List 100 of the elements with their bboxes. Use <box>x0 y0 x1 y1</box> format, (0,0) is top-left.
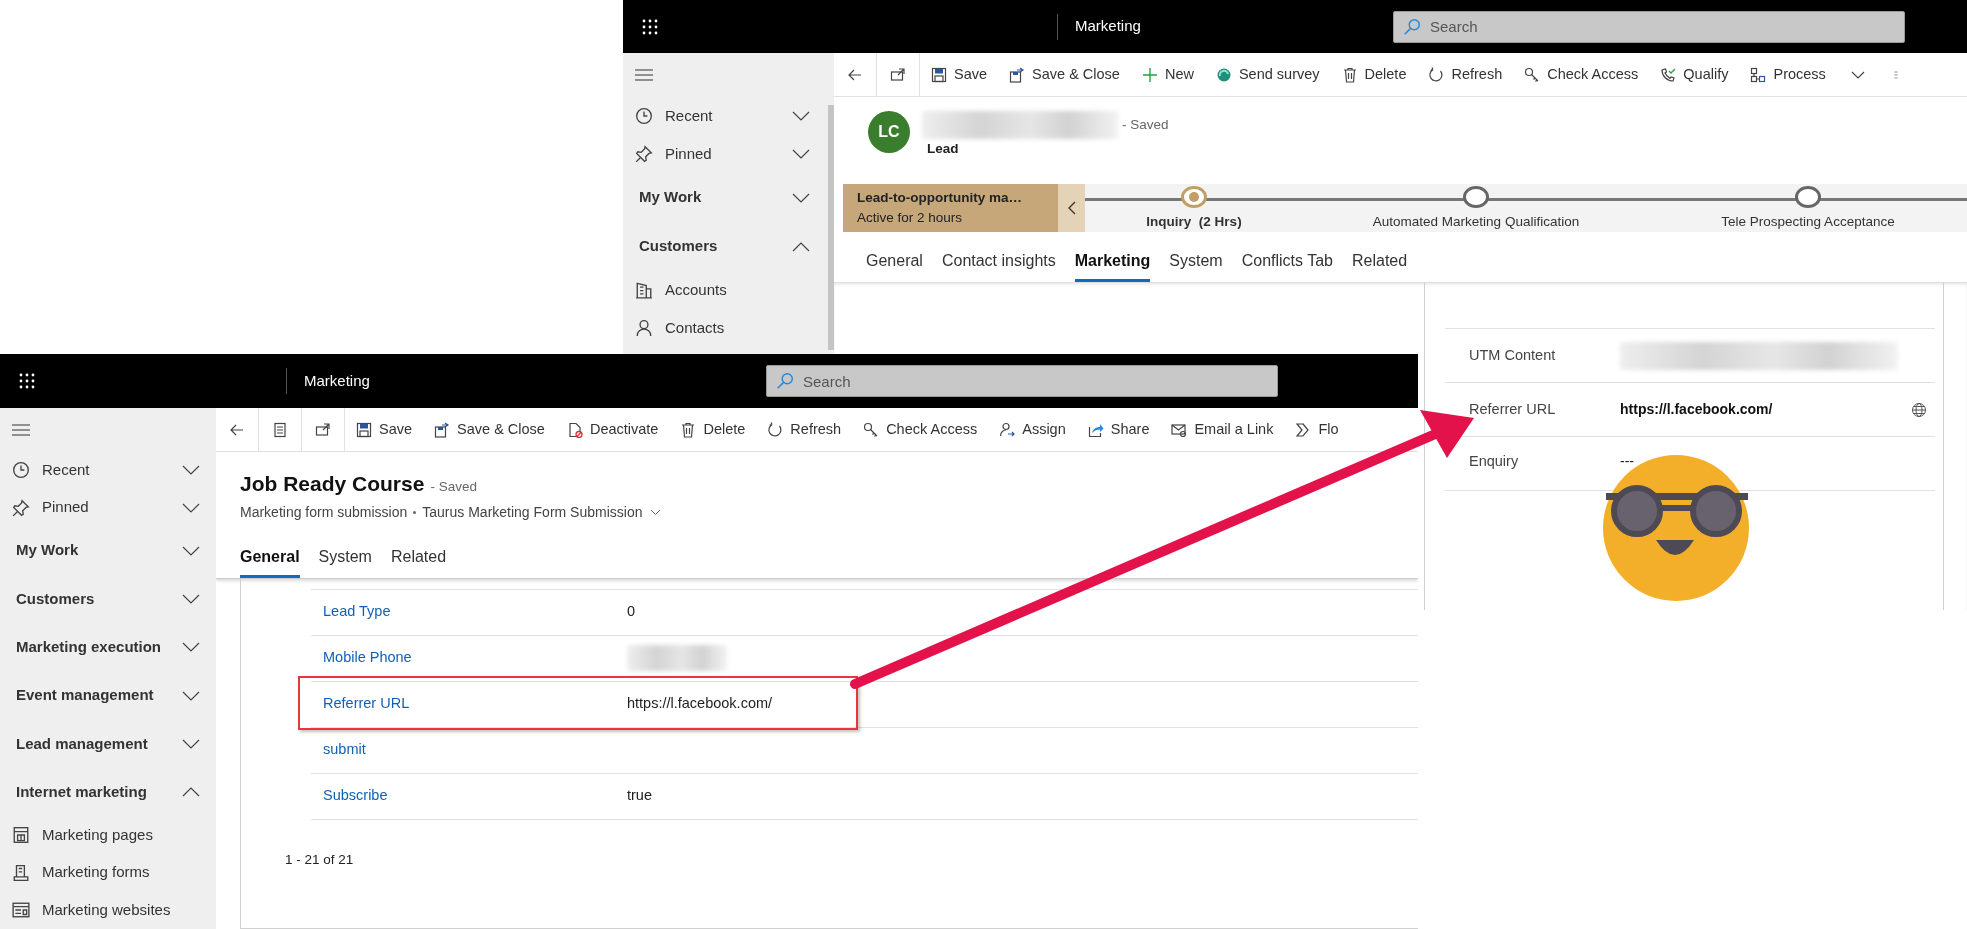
field-value: true <box>627 786 652 806</box>
chevron-down-icon <box>792 192 810 203</box>
trash-can-icon <box>680 421 697 438</box>
scrollbar[interactable] <box>828 105 834 350</box>
sidebar-item[interactable]: My Work <box>623 173 826 222</box>
sidebar-item[interactable]: Event management <box>0 671 216 720</box>
tab[interactable]: General <box>240 544 300 578</box>
search-field[interactable]: Search <box>1393 10 1905 43</box>
document-icon <box>272 421 288 438</box>
chevron-left-icon <box>1067 201 1076 215</box>
tab[interactable]: Related <box>1352 249 1408 282</box>
chevron-down-icon <box>182 738 200 749</box>
sidebar-item[interactable]: Marketing forms <box>0 854 216 892</box>
tab[interactable]: System <box>318 544 372 578</box>
chevron-down-icon <box>182 690 200 701</box>
person-arrow-icon <box>999 421 1016 438</box>
toolbar-button[interactable]: Save <box>920 53 999 96</box>
avatar-initials: LC <box>868 111 910 153</box>
app-launcher-icon[interactable] <box>19 373 35 389</box>
toolbar-button[interactable]: Check Access <box>1513 53 1650 96</box>
survey-logo-icon <box>1215 66 1232 83</box>
building-icon <box>635 281 653 299</box>
tab[interactable]: Related <box>390 544 447 578</box>
pop-out-icon <box>890 66 906 83</box>
sidebar-item[interactable]: My Work <box>0 526 216 575</box>
pop-out-icon <box>315 421 331 438</box>
field-label: UTM Content <box>1468 345 1557 365</box>
phone-check-icon <box>1660 66 1677 83</box>
globe-icon[interactable] <box>1911 401 1927 418</box>
field-label: submit <box>322 740 367 760</box>
toolbar-button[interactable]: Refresh <box>1417 53 1514 96</box>
sidebar-item[interactable]: Internet marketing <box>0 768 216 817</box>
chevron-down-icon <box>792 111 810 121</box>
sidebar-item[interactable]: Marketing pages <box>0 816 216 854</box>
app-launcher-icon[interactable] <box>642 18 658 35</box>
sidebar-item[interactable]: Lead management <box>0 719 216 769</box>
save-status: - Saved <box>430 478 477 496</box>
toolbar-button[interactable]: Delete <box>669 408 757 451</box>
sidebar-item[interactable]: Recent <box>623 97 826 135</box>
refresh-icon <box>767 421 784 438</box>
toolbar-button[interactable]: New <box>1130 53 1205 96</box>
tab[interactable]: Conflicts Tab <box>1241 249 1333 282</box>
field-value: --- <box>1620 452 1634 471</box>
toolbar-button[interactable]: Save & Close <box>998 53 1131 96</box>
process-stage[interactable]: Inquiry (2 Hrs) <box>1085 184 1303 232</box>
key-icon <box>1524 66 1541 83</box>
chevron-up-icon <box>182 787 200 798</box>
floppy-disk-arrow-icon <box>1009 66 1026 83</box>
chevron-down-icon <box>792 149 810 159</box>
menu-icon[interactable] <box>12 423 30 436</box>
toolbar-button[interactable]: Deactivate <box>555 408 670 451</box>
sidebar-item[interactable]: Marketing websites <box>0 891 216 929</box>
url-link[interactable]: https://l.facebook.com/ <box>1620 399 1911 420</box>
toolbar-button[interactable]: Send survey <box>1204 53 1331 96</box>
app-title: Marketing <box>304 370 370 391</box>
app-title: Marketing <box>1075 16 1141 37</box>
sidebar-item[interactable]: Pinned <box>623 135 826 173</box>
process-stage[interactable]: Automated Marketing Qualification <box>1303 184 1649 232</box>
process-stage[interactable]: Tele Prospecting Acceptance <box>1649 184 1967 232</box>
toolbar-button[interactable]: Check Access <box>852 408 989 451</box>
toolbar-button[interactable]: Process <box>1739 53 1837 96</box>
toolbar-button[interactable]: Share <box>1076 408 1161 451</box>
key-icon <box>863 421 880 438</box>
save-status: - Saved <box>1122 115 1169 134</box>
menu-icon[interactable] <box>635 69 653 81</box>
person-icon <box>635 319 653 337</box>
toolbar-button[interactable]: Save & Close <box>423 408 556 451</box>
sidebar-item[interactable]: Contacts <box>623 309 826 347</box>
chevron-up-icon <box>792 241 810 252</box>
search-field[interactable]: Search <box>766 365 1278 397</box>
tab[interactable]: General <box>866 249 923 282</box>
toolbar-button[interactable]: Flo <box>1284 408 1350 451</box>
refresh-icon <box>1428 66 1445 83</box>
toolbar-button[interactable]: Refresh <box>756 408 853 451</box>
sidebar-item[interactable]: Marketing execution <box>0 623 216 672</box>
process-duration: Active for 2 hours <box>857 209 964 227</box>
chevron-down-icon <box>182 593 200 604</box>
chevron-down-icon <box>650 508 662 516</box>
sidebar-item[interactable]: Recent <box>0 451 216 489</box>
toolbar-button[interactable]: Qualify <box>1649 53 1740 96</box>
envelope-link-icon <box>1171 421 1188 438</box>
tab[interactable]: Marketing <box>1074 249 1151 282</box>
toolbar-button[interactable]: Email a Link <box>1160 408 1285 451</box>
toolbar-button[interactable]: Delete <box>1330 53 1418 96</box>
flow-chart-icon <box>1750 66 1767 83</box>
toolbar-button[interactable]: Save <box>345 408 424 451</box>
sidebar-item[interactable]: Customers <box>0 574 216 624</box>
sidebar-item[interactable]: Accounts <box>623 271 826 309</box>
field-label: Referrer URL <box>1468 399 1557 419</box>
sidebar-item[interactable]: Pinned <box>0 488 216 527</box>
floppy-disk-arrow-icon <box>434 421 451 438</box>
chevron-down-icon <box>182 642 200 653</box>
trash-can-icon <box>1341 66 1358 83</box>
sidebar-item[interactable]: Customers <box>623 222 826 271</box>
field-label: Subscribe <box>322 786 389 806</box>
tab[interactable]: Contact insights <box>941 249 1056 282</box>
collapse-button[interactable] <box>1058 184 1085 232</box>
tab[interactable]: System <box>1169 249 1223 282</box>
form-selector[interactable]: Taurus Marketing Form Submission <box>422 501 662 523</box>
toolbar-button[interactable]: Assign <box>988 408 1077 451</box>
